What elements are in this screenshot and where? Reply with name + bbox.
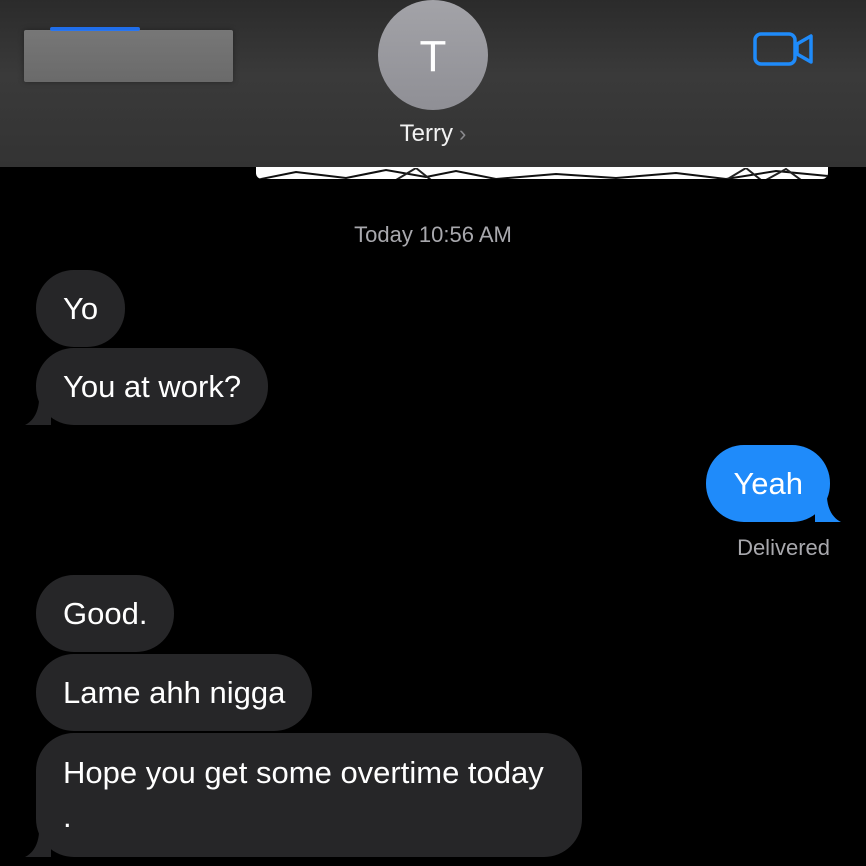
received-message-bubble[interactable]: Yo: [36, 270, 126, 347]
video-camera-icon[interactable]: [752, 28, 816, 70]
received-message-bubble[interactable]: You at work?: [36, 348, 269, 425]
contact-avatar[interactable]: T: [378, 0, 488, 110]
avatar-initial: T: [419, 32, 447, 81]
contact-name-button[interactable]: Terry ›: [0, 120, 866, 148]
received-message-bubble[interactable]: Lame ahh nigga: [36, 654, 313, 731]
received-message-bubble[interactable]: Good.: [36, 575, 175, 652]
delivery-status: Delivered: [737, 535, 830, 560]
conversation-header: T Terry ›: [0, 0, 866, 167]
sent-message-bubble[interactable]: Yeah: [706, 445, 830, 522]
received-message-bubble[interactable]: Hope you get some overtime today .: [36, 733, 582, 857]
contact-name: Terry: [399, 120, 453, 147]
image-fragment: [256, 167, 828, 179]
chevron-right-icon: ›: [459, 121, 467, 146]
message-timestamp: Today 10:56 AM: [354, 222, 512, 247]
back-button-redacted[interactable]: [24, 27, 233, 82]
image-attachment-preview[interactable]: [256, 167, 828, 179]
